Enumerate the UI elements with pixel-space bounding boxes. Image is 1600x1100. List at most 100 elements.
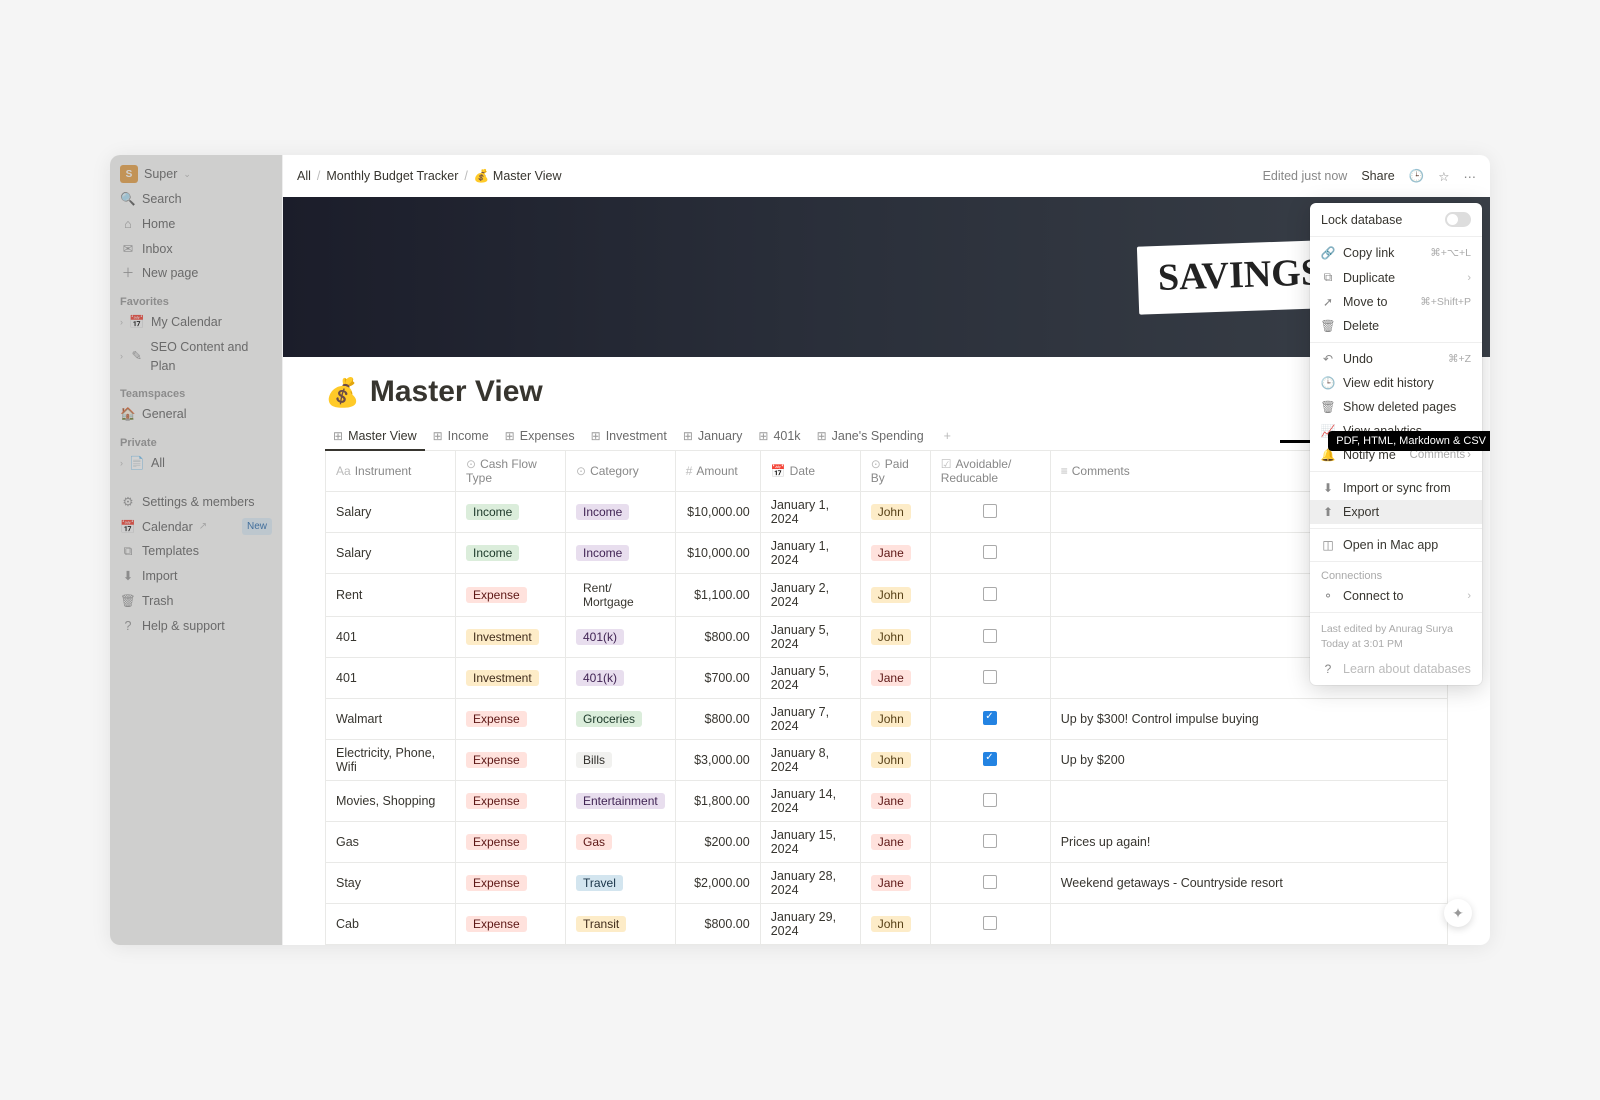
cell-paidby[interactable]: John	[860, 699, 930, 740]
cell-instrument[interactable]: Stay	[326, 863, 456, 904]
cell-paidby[interactable]: Jane	[860, 533, 930, 574]
cell-amount[interactable]: $10,000.00	[675, 533, 760, 574]
checkbox-icon[interactable]	[983, 875, 997, 889]
table-row[interactable]: Walmart Expense Groceries $800.00 Januar…	[326, 699, 1448, 740]
tab-expenses[interactable]: ⊞Expenses	[497, 423, 583, 451]
cell-paidby[interactable]: John	[860, 904, 930, 945]
cell-cft[interactable]: Income	[456, 945, 566, 946]
checkbox-icon[interactable]	[983, 793, 997, 807]
learn-databases-item[interactable]: ? Learn about databases	[1310, 657, 1482, 681]
page-title-text[interactable]: Master View	[370, 375, 543, 409]
crumb-tracker[interactable]: Monthly Budget Tracker	[326, 169, 458, 183]
menu-undo[interactable]: ↶ Undo ⌘+Z	[1310, 347, 1482, 371]
cell-amount[interactable]: $800.00	[675, 617, 760, 658]
cell-avoidable[interactable]	[930, 492, 1050, 533]
tab-jane-s-spending[interactable]: ⊞Jane's Spending	[809, 423, 932, 451]
cell-avoidable[interactable]	[930, 904, 1050, 945]
cell-comment[interactable]	[1050, 904, 1447, 945]
cell-date[interactable]: January 14, 2024	[760, 781, 860, 822]
menu-show-deleted-pages[interactable]: 🗑 Show deleted pages	[1310, 395, 1482, 419]
cell-instrument[interactable]: Dividends	[326, 945, 456, 946]
favorite-icon[interactable]: ☆	[1438, 169, 1449, 184]
col-date[interactable]: 📅Date	[760, 451, 860, 492]
connect-to-item[interactable]: ⚬ Connect to ›	[1310, 584, 1482, 608]
col-avoidable[interactable]: ☑Avoidable/ Reducable	[930, 451, 1050, 492]
cell-amount[interactable]: $1,100.00	[675, 574, 760, 617]
table-row[interactable]: Salary Income Income $10,000.00 January …	[326, 533, 1448, 574]
checkbox-icon[interactable]	[983, 629, 997, 643]
table-row[interactable]: Rent Expense Rent/ Mortgage $1,100.00 Ja…	[326, 574, 1448, 617]
cell-category[interactable]: 401(k)	[566, 617, 676, 658]
cell-amount[interactable]: $300.00	[675, 945, 760, 946]
cell-avoidable[interactable]	[930, 863, 1050, 904]
cell-paidby[interactable]: John	[860, 574, 930, 617]
table-row[interactable]: Salary Income Income $10,000.00 January …	[326, 492, 1448, 533]
cell-date[interactable]: January 8, 2024	[760, 740, 860, 781]
tab-master-view[interactable]: ⊞Master View	[325, 423, 425, 451]
cell-cft[interactable]: Expense	[456, 904, 566, 945]
cell-comment[interactable]: Prices up again!	[1050, 822, 1447, 863]
cell-date[interactable]: January 31, 2024	[760, 945, 860, 946]
cell-instrument[interactable]: Gas	[326, 822, 456, 863]
crumb-all[interactable]: All	[297, 169, 311, 183]
cell-paidby[interactable]: Jane	[860, 945, 930, 946]
cell-cft[interactable]: Income	[456, 533, 566, 574]
table-row[interactable]: Movies, Shopping Expense Entertainment $…	[326, 781, 1448, 822]
cell-instrument[interactable]: Electricity, Phone, Wifi	[326, 740, 456, 781]
crumb-page[interactable]: 💰 Master View	[474, 169, 562, 184]
table-row[interactable]: Stay Expense Travel $2,000.00 January 28…	[326, 863, 1448, 904]
cell-paidby[interactable]: Jane	[860, 822, 930, 863]
cell-cft[interactable]: Expense	[456, 740, 566, 781]
cell-category[interactable]: Income	[566, 492, 676, 533]
tab-401k[interactable]: ⊞401k	[750, 423, 808, 451]
tab-income[interactable]: ⊞Income	[425, 423, 497, 451]
cell-paidby[interactable]: John	[860, 740, 930, 781]
cell-avoidable[interactable]	[930, 740, 1050, 781]
table-row[interactable]: Gas Expense Gas $200.00 January 15, 2024…	[326, 822, 1448, 863]
cell-date[interactable]: January 2, 2024	[760, 574, 860, 617]
cell-date[interactable]: January 28, 2024	[760, 863, 860, 904]
cell-instrument[interactable]: Movies, Shopping	[326, 781, 456, 822]
cell-amount[interactable]: $200.00	[675, 822, 760, 863]
cell-date[interactable]: January 1, 2024	[760, 533, 860, 574]
cell-category[interactable]: Groceries	[566, 699, 676, 740]
cell-cft[interactable]: Income	[456, 492, 566, 533]
cell-instrument[interactable]: Salary	[326, 492, 456, 533]
cell-cft[interactable]: Expense	[456, 863, 566, 904]
menu-copy-link[interactable]: 🔗 Copy link ⌘+⌥+L	[1310, 241, 1482, 265]
cell-amount[interactable]: $700.00	[675, 658, 760, 699]
cell-avoidable[interactable]	[930, 699, 1050, 740]
menu-duplicate[interactable]: ⧉ Duplicate ›	[1310, 265, 1482, 290]
cell-date[interactable]: January 5, 2024	[760, 658, 860, 699]
col-instrument[interactable]: AaInstrument	[326, 451, 456, 492]
menu-move-to[interactable]: ➚ Move to ⌘+Shift+P	[1310, 290, 1482, 314]
cell-avoidable[interactable]	[930, 617, 1050, 658]
cell-category[interactable]: Gas	[566, 822, 676, 863]
share-button[interactable]: Share	[1361, 169, 1394, 183]
cell-date[interactable]: January 1, 2024	[760, 492, 860, 533]
cell-category[interactable]: Entertainment	[566, 781, 676, 822]
col-cft[interactable]: ⊙Cash Flow Type	[456, 451, 566, 492]
cell-category[interactable]: Travel	[566, 863, 676, 904]
cell-avoidable[interactable]	[930, 781, 1050, 822]
table-row[interactable]: Dividends Income Stock Dividends $300.00…	[326, 945, 1448, 946]
menu-view-edit-history[interactable]: 🕒 View edit history	[1310, 371, 1482, 395]
cell-instrument[interactable]: Rent	[326, 574, 456, 617]
cell-instrument[interactable]: 401	[326, 617, 456, 658]
updates-icon[interactable]: 🕒	[1409, 169, 1425, 184]
menu-import-or-sync-from[interactable]: ⬇ Import or sync from	[1310, 476, 1482, 500]
menu-delete[interactable]: 🗑 Delete	[1310, 314, 1482, 338]
cell-paidby[interactable]: Jane	[860, 658, 930, 699]
cell-instrument[interactable]: Salary	[326, 533, 456, 574]
table-row[interactable]: Electricity, Phone, Wifi Expense Bills $…	[326, 740, 1448, 781]
ai-fab[interactable]: ✦	[1444, 899, 1472, 927]
cell-paidby[interactable]: John	[860, 492, 930, 533]
cell-avoidable[interactable]	[930, 658, 1050, 699]
checkbox-icon[interactable]	[983, 752, 997, 766]
checkbox-icon[interactable]	[983, 834, 997, 848]
cell-comment[interactable]	[1050, 781, 1447, 822]
cell-cft[interactable]: Expense	[456, 699, 566, 740]
open-mac-app-item[interactable]: ◫ Open in Mac app	[1310, 533, 1482, 557]
menu-export[interactable]: ⬆ Export	[1310, 500, 1482, 524]
page-emoji[interactable]: 💰	[325, 376, 360, 409]
